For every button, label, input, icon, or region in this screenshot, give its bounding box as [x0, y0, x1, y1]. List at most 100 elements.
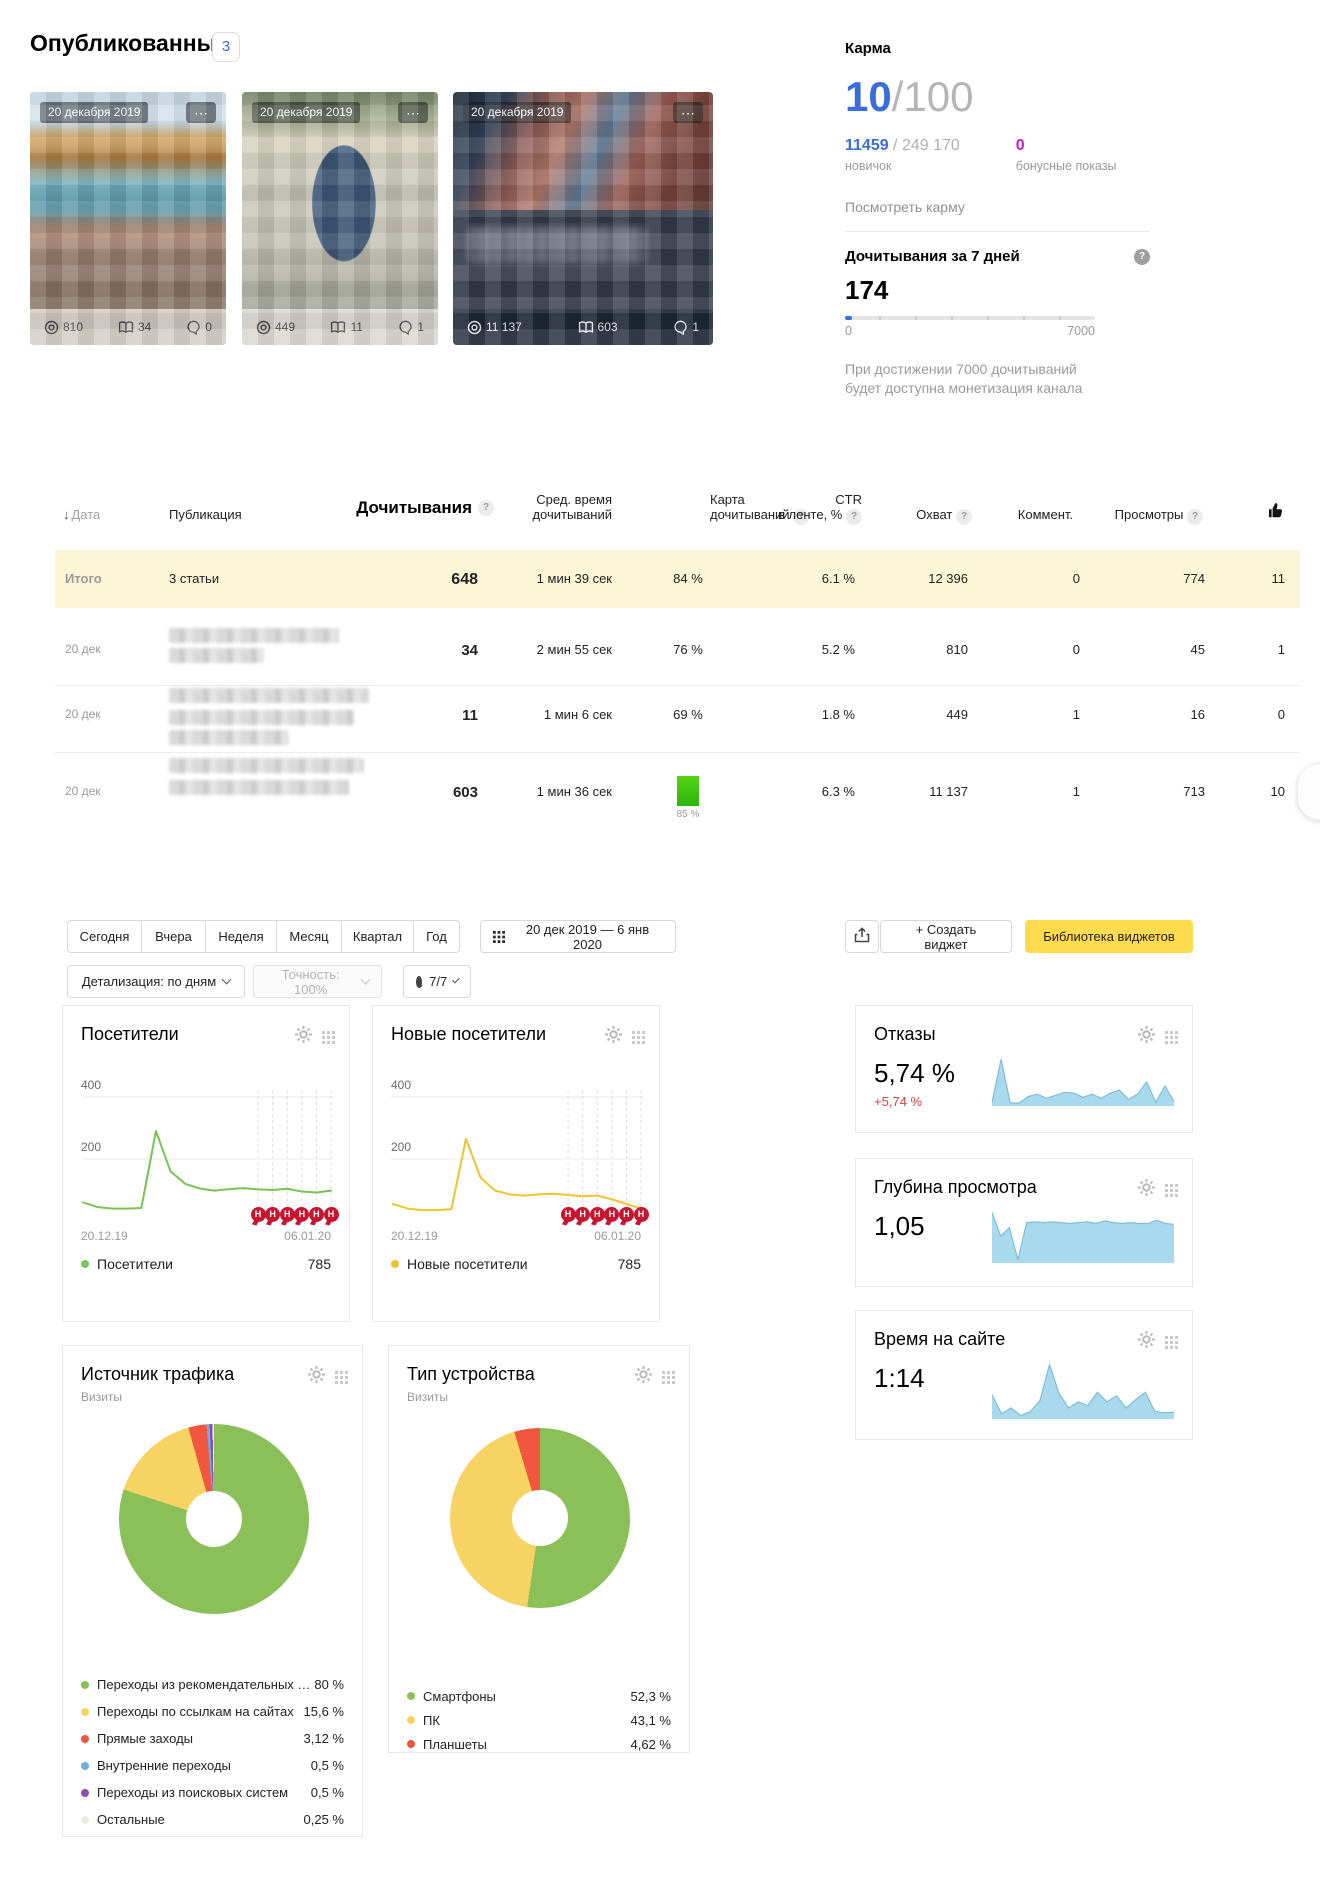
- views-count: 810: [63, 320, 83, 334]
- legend-row[interactable]: Прямые заходы3,12 %: [81, 1725, 344, 1752]
- column-header-reads[interactable]: Дочитывания?: [356, 498, 494, 518]
- views-count: 11 137: [486, 320, 522, 334]
- gear-icon[interactable]: [605, 1026, 622, 1048]
- column-header-views[interactable]: Просмотры ?: [1115, 507, 1203, 525]
- karma-level-label: новичок: [845, 159, 960, 173]
- column-header-ctr[interactable]: CTRв ленте, % ?: [778, 492, 862, 525]
- gear-icon[interactable]: [295, 1026, 312, 1048]
- gear-icon[interactable]: [308, 1366, 325, 1388]
- legend-row[interactable]: Переходы из рекомендательных …80 %: [81, 1671, 344, 1698]
- widget-library-button[interactable]: Библиотека виджетов: [1025, 920, 1193, 953]
- row-likes: 10: [1271, 784, 1285, 799]
- date-range-button[interactable]: 20 дек 2019 — 6 янв 2020: [480, 920, 676, 953]
- row-reads: 11: [462, 707, 478, 724]
- goals-dropdown[interactable]: 7/7: [403, 965, 471, 998]
- table-scroll-next-button[interactable]: [1298, 764, 1320, 820]
- row-read-map: 69 %: [648, 707, 728, 722]
- help-icon[interactable]: ?: [1187, 509, 1203, 525]
- total-views: 774: [1183, 571, 1205, 586]
- legend-row[interactable]: Переходы из поисковых систем0,5 %: [81, 1779, 344, 1806]
- share-button[interactable]: [845, 920, 879, 953]
- devices-legend: Смартфоны52,3 % ПК43,1 % Планшеты4,62 %: [407, 1684, 671, 1756]
- legend-value: 43,1 %: [631, 1713, 671, 1728]
- period-tab-week[interactable]: Неделя: [205, 920, 277, 953]
- views-icon: [256, 320, 271, 335]
- row-likes: 1: [1278, 642, 1285, 657]
- drag-handle-icon[interactable]: [322, 1031, 335, 1044]
- column-header-reach[interactable]: Охват ?: [916, 507, 972, 525]
- drag-handle-icon[interactable]: [662, 1371, 675, 1384]
- legend-row[interactable]: Остальные0,25 %: [81, 1806, 344, 1833]
- legend-value: 0,5 %: [311, 1785, 344, 1800]
- drag-handle-icon[interactable]: [632, 1031, 645, 1044]
- help-icon[interactable]: ?: [1134, 249, 1150, 265]
- column-header-comments[interactable]: Коммент.: [1018, 507, 1073, 522]
- drag-handle-icon[interactable]: [1165, 1336, 1178, 1349]
- legend-row[interactable]: ПК43,1 %: [407, 1708, 671, 1732]
- legend-row[interactable]: Внутренние переходы0,5 %: [81, 1752, 344, 1779]
- legend-dot: [81, 1681, 89, 1689]
- metrica-toolbar: Сегодня Вчера Неделя Месяц Квартал Год 2…: [67, 920, 1193, 1000]
- row-comments: 1: [1073, 707, 1080, 722]
- drag-handle-icon[interactable]: [1165, 1184, 1178, 1197]
- legend-row[interactable]: Смартфоны52,3 %: [407, 1684, 671, 1708]
- total-ctr: 6.1 %: [822, 571, 855, 586]
- drag-handle-icon[interactable]: [335, 1371, 348, 1384]
- card-menu-button[interactable]: ⋯: [186, 102, 216, 123]
- legend-row[interactable]: Посетители 785: [81, 1256, 331, 1272]
- accuracy-label: Точность: 100%: [266, 967, 355, 997]
- published-card[interactable]: 20 декабря 2019 ⋯ 810 34 0: [30, 92, 226, 345]
- blurred-publication-title: [169, 758, 364, 773]
- holiday-marker-badge: Н: [251, 1207, 266, 1222]
- period-tab-today[interactable]: Сегодня: [67, 920, 142, 953]
- holiday-marker-badge: Н: [590, 1207, 605, 1222]
- help-icon[interactable]: ?: [478, 500, 494, 516]
- card-date-chip: 20 декабря 2019: [40, 102, 148, 123]
- gear-icon[interactable]: [1138, 1331, 1155, 1353]
- karma-reads-col: 11459 / 249 170 новичок: [845, 137, 960, 173]
- drag-handle-icon[interactable]: [1165, 1031, 1178, 1044]
- column-header-date[interactable]: ↓Дата: [63, 507, 100, 522]
- gear-icon[interactable]: [635, 1366, 652, 1388]
- card-menu-button[interactable]: ⋯: [673, 102, 703, 123]
- read-map-bar: [677, 776, 699, 806]
- period-tab-year[interactable]: Год: [413, 920, 460, 953]
- legend-row[interactable]: Переходы по ссылкам на сайтах15,6 %: [81, 1698, 344, 1725]
- period-tab-yesterday[interactable]: Вчера: [141, 920, 206, 953]
- create-widget-button[interactable]: + Создать виджет: [880, 920, 1012, 953]
- comments-icon: [673, 320, 688, 335]
- legend-value: 52,3 %: [631, 1689, 671, 1704]
- divider: [845, 231, 1150, 232]
- reads-icon: [578, 321, 594, 334]
- detalization-dropdown[interactable]: Детализация: по дням: [67, 965, 245, 998]
- column-header-publication[interactable]: Публикация: [169, 507, 242, 522]
- chevron-down-icon: [361, 975, 371, 985]
- column-header-avg-time[interactable]: Сред. времядочитываний: [532, 492, 612, 522]
- card-menu-button[interactable]: ⋯: [398, 102, 428, 123]
- view-karma-link[interactable]: Посмотреть карму: [845, 199, 965, 215]
- row-date: 20 дек: [65, 707, 101, 721]
- row-views: 713: [1183, 784, 1205, 799]
- published-card[interactable]: 20 декабря 2019 ⋯ 449 11 1: [242, 92, 438, 345]
- help-icon[interactable]: ?: [956, 509, 972, 525]
- period-tab-month[interactable]: Месяц: [276, 920, 342, 953]
- divider: [55, 685, 1300, 686]
- legend-row[interactable]: Планшеты4,62 %: [407, 1732, 671, 1756]
- accuracy-dropdown[interactable]: Точность: 100%: [253, 965, 382, 998]
- gear-icon[interactable]: [1138, 1026, 1155, 1048]
- row-date: 20 дек: [65, 784, 101, 798]
- time-value: 1:14: [874, 1363, 925, 1394]
- karma-score-value: 10: [845, 73, 892, 120]
- blurred-publication-title: [169, 780, 349, 795]
- total-label: Итого: [65, 571, 102, 586]
- published-card[interactable]: 20 декабря 2019 ⋯ 11 137 603 1: [453, 92, 713, 345]
- legend-value: 785: [618, 1256, 641, 1272]
- legend-row[interactable]: Новые посетители 785: [391, 1256, 641, 1272]
- period-tab-quarter[interactable]: Квартал: [341, 920, 414, 953]
- weekly-reads-value: 174: [845, 275, 1150, 306]
- holiday-marker-badge: Н: [634, 1207, 649, 1222]
- table-row-total[interactable]: Итого 3 статьи 648 1 мин 39 сек 84 % 6.1…: [55, 550, 1300, 608]
- legend-dot: [81, 1816, 89, 1824]
- help-icon[interactable]: ?: [846, 509, 862, 525]
- gear-icon[interactable]: [1138, 1179, 1155, 1201]
